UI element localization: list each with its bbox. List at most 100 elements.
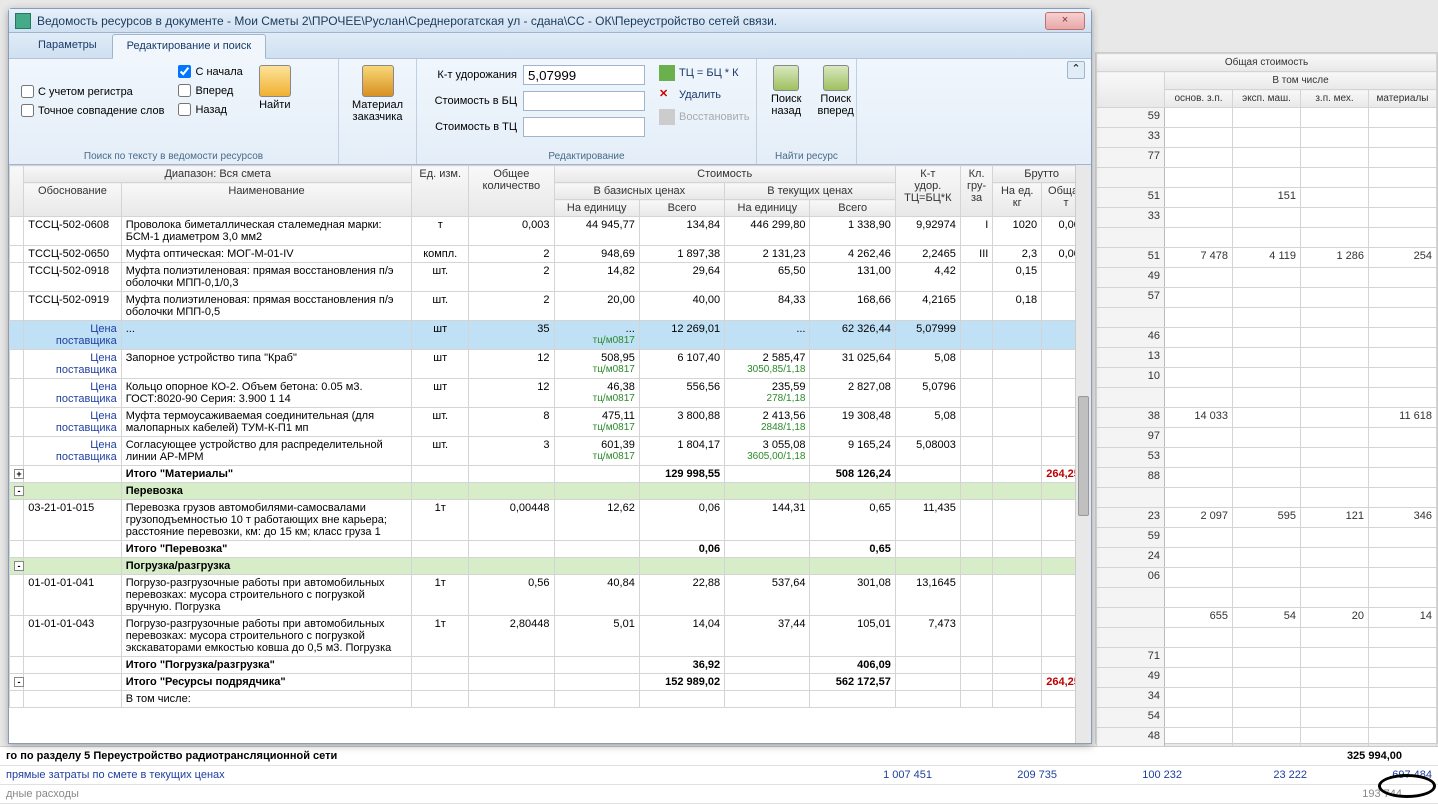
table-row[interactable]: ТССЦ-502-0608Проволока биметаллическая с… xyxy=(10,217,1091,246)
summary-row: 54 xyxy=(1097,708,1437,728)
tc-input[interactable] xyxy=(523,117,645,137)
h-diap: Диапазон: Вся смета xyxy=(24,166,412,183)
chk-back[interactable]: Назад xyxy=(174,101,246,118)
search-back-button[interactable]: Поиск назад xyxy=(765,63,807,119)
summary-row xyxy=(1097,628,1437,648)
bottom-r1-lbl: го по разделу 5 Переустройство радиотран… xyxy=(6,750,1347,762)
summary-row: 97 xyxy=(1097,428,1437,448)
summary-row xyxy=(1097,388,1437,408)
summary-row: 34 xyxy=(1097,688,1437,708)
expand-icon[interactable]: + xyxy=(14,469,24,479)
window-title: Ведомость ресурсов в документе - Мои Сме… xyxy=(37,14,1045,28)
h-ed: Ед. изм. xyxy=(412,166,469,217)
table-row[interactable]: ТССЦ-502-0918Муфта полиэтиленовая: пряма… xyxy=(10,263,1091,292)
summary-row: 53 xyxy=(1097,448,1437,468)
table-row[interactable]: ЦенапоставщикаЗапорное устройство типа "… xyxy=(10,350,1091,379)
summary-row: 13 xyxy=(1097,348,1437,368)
summary-row: 10 xyxy=(1097,368,1437,388)
delete-link[interactable]: ✕Удалить xyxy=(655,85,753,105)
table-row[interactable]: Итого "Погрузка/разгрузка"36,92406,09 xyxy=(10,657,1091,674)
table-row[interactable]: -Итого "Ресурсы подрядчика"152 989,02562… xyxy=(10,674,1091,691)
summary-row xyxy=(1097,488,1437,508)
expand-icon[interactable]: - xyxy=(14,677,24,687)
grid-scrollbar[interactable] xyxy=(1075,165,1091,743)
bottom-r1-v: 325 994,00 xyxy=(1347,750,1432,762)
rh-c1: основ. з.п. xyxy=(1165,90,1233,108)
ribbon-collapse-icon[interactable]: ⌃ xyxy=(1067,61,1085,79)
summary-row: 46 xyxy=(1097,328,1437,348)
tab-strip: Параметры Редактирование и поиск xyxy=(9,33,1091,59)
table-row[interactable]: Итого "Перевозка"0,060,65 xyxy=(10,541,1091,558)
bottom-r2-vals: 1 007 451 209 735 100 232 23 222 697 484 xyxy=(862,769,1432,781)
close-button[interactable]: × xyxy=(1045,12,1085,30)
table-row[interactable]: ЦенапоставщикаСогласующее устройство для… xyxy=(10,437,1091,466)
tab-params[interactable]: Параметры xyxy=(23,33,112,58)
summary-row: 06 xyxy=(1097,568,1437,588)
rh-incl: В том числе xyxy=(1165,72,1437,90)
h-naim: Наименование xyxy=(121,183,412,217)
expand-icon[interactable]: - xyxy=(14,486,24,496)
tab-edit-search[interactable]: Редактирование и поиск xyxy=(112,34,267,59)
h-cost: Стоимость xyxy=(554,166,895,183)
h-obosn: Обоснование xyxy=(24,183,122,217)
ribbon: ⌃ С учетом регистра Точное совпадение сл… xyxy=(9,59,1091,165)
summary-row: 57 xyxy=(1097,288,1437,308)
table-row[interactable]: 01-01-01-043Погрузо-разгрузочные работы … xyxy=(10,616,1091,657)
table-row[interactable]: ТССЦ-502-0650Муфта оптическая: МОГ-М-01-… xyxy=(10,246,1091,263)
data-grid[interactable]: Диапазон: Вся смета Ед. изм. Общее колич… xyxy=(9,165,1091,743)
table-row[interactable]: 03-21-01-015Перевозка грузов автомобилям… xyxy=(10,500,1091,541)
summary-row: 33 xyxy=(1097,128,1437,148)
chk-whole-word[interactable]: Точное совпадение слов xyxy=(17,102,168,119)
h-kl: Кл. гру- за xyxy=(960,166,993,217)
table-row[interactable]: 01-01-01-041Погрузо-разгрузочные работы … xyxy=(10,575,1091,616)
summary-row xyxy=(1097,308,1437,328)
bc-input[interactable] xyxy=(523,91,645,111)
table-row[interactable]: Ценапоставщика...шт35...тц/м081712 269,0… xyxy=(10,321,1091,350)
h-baz: В базисных ценах xyxy=(554,183,725,200)
g3-label: Найти ресурс xyxy=(765,149,848,162)
chk-from-start[interactable]: С начала xyxy=(174,63,246,80)
table-row[interactable]: ЦенапоставщикаМуфта термоусаживаемая сое… xyxy=(10,408,1091,437)
kt-input[interactable] xyxy=(523,65,645,85)
h-naedkg: На ед. кг xyxy=(993,183,1042,217)
bottom-summary: го по разделу 5 Переустройство радиотран… xyxy=(0,746,1438,804)
table-row[interactable]: ТССЦ-502-0919Муфта полиэтиленовая: пряма… xyxy=(10,292,1091,321)
h-kt: К-т удор. ТЦ=БЦ*К xyxy=(895,166,960,217)
summary-row: 24 xyxy=(1097,548,1437,568)
summary-row: 655542014 xyxy=(1097,608,1437,628)
summary-row: 59 xyxy=(1097,528,1437,548)
customer-material-button[interactable]: Материал заказчика xyxy=(346,63,409,125)
restore-link[interactable]: Восстановить xyxy=(655,107,753,127)
rh-total: Общая стоимость xyxy=(1097,54,1437,72)
summary-row: 59 xyxy=(1097,108,1437,128)
app-icon xyxy=(15,13,31,29)
tc-label: Стоимость в ТЦ xyxy=(425,121,517,133)
summary-row: 517 4784 1191 286254 xyxy=(1097,248,1437,268)
table-row[interactable]: -Перевозка xyxy=(10,483,1091,500)
table-row[interactable]: +Итого "Материалы"129 998,55508 126,2426… xyxy=(10,466,1091,483)
rh-c4: материалы xyxy=(1369,90,1437,108)
summary-row: 49 xyxy=(1097,668,1437,688)
table-row[interactable]: В том числе: xyxy=(10,691,1091,708)
summary-row: 77 xyxy=(1097,148,1437,168)
expand-icon[interactable]: - xyxy=(14,561,24,571)
chk-forward[interactable]: Вперед xyxy=(174,82,246,99)
summary-row: 71 xyxy=(1097,648,1437,668)
titlebar[interactable]: Ведомость ресурсов в документе - Мои Сме… xyxy=(9,9,1091,33)
h-qty: Общее количество xyxy=(469,166,554,217)
search-fwd-button[interactable]: Поиск вперед xyxy=(811,63,859,119)
g2-label: Редактирование xyxy=(425,149,748,162)
table-row[interactable]: -Погрузка/разгрузка xyxy=(10,558,1091,575)
find-button[interactable]: Найти xyxy=(253,63,297,119)
summary-row: 88 xyxy=(1097,468,1437,488)
formula-link[interactable]: ТЦ = БЦ * К xyxy=(655,63,753,83)
rh-c2: эксп. маш. xyxy=(1233,90,1301,108)
table-row[interactable]: ЦенапоставщикаКольцо опорное КО-2. Объем… xyxy=(10,379,1091,408)
summary-row: 232 097595121346 xyxy=(1097,508,1437,528)
summary-row xyxy=(1097,168,1437,188)
summary-row: 51151 xyxy=(1097,188,1437,208)
chk-case[interactable]: С учетом регистра xyxy=(17,83,168,100)
bottom-r3-lbl: дные расходы xyxy=(6,788,1362,800)
g1-label: Поиск по тексту в ведомости ресурсов xyxy=(17,149,330,162)
kt-label: К-т удорожания xyxy=(425,69,517,81)
